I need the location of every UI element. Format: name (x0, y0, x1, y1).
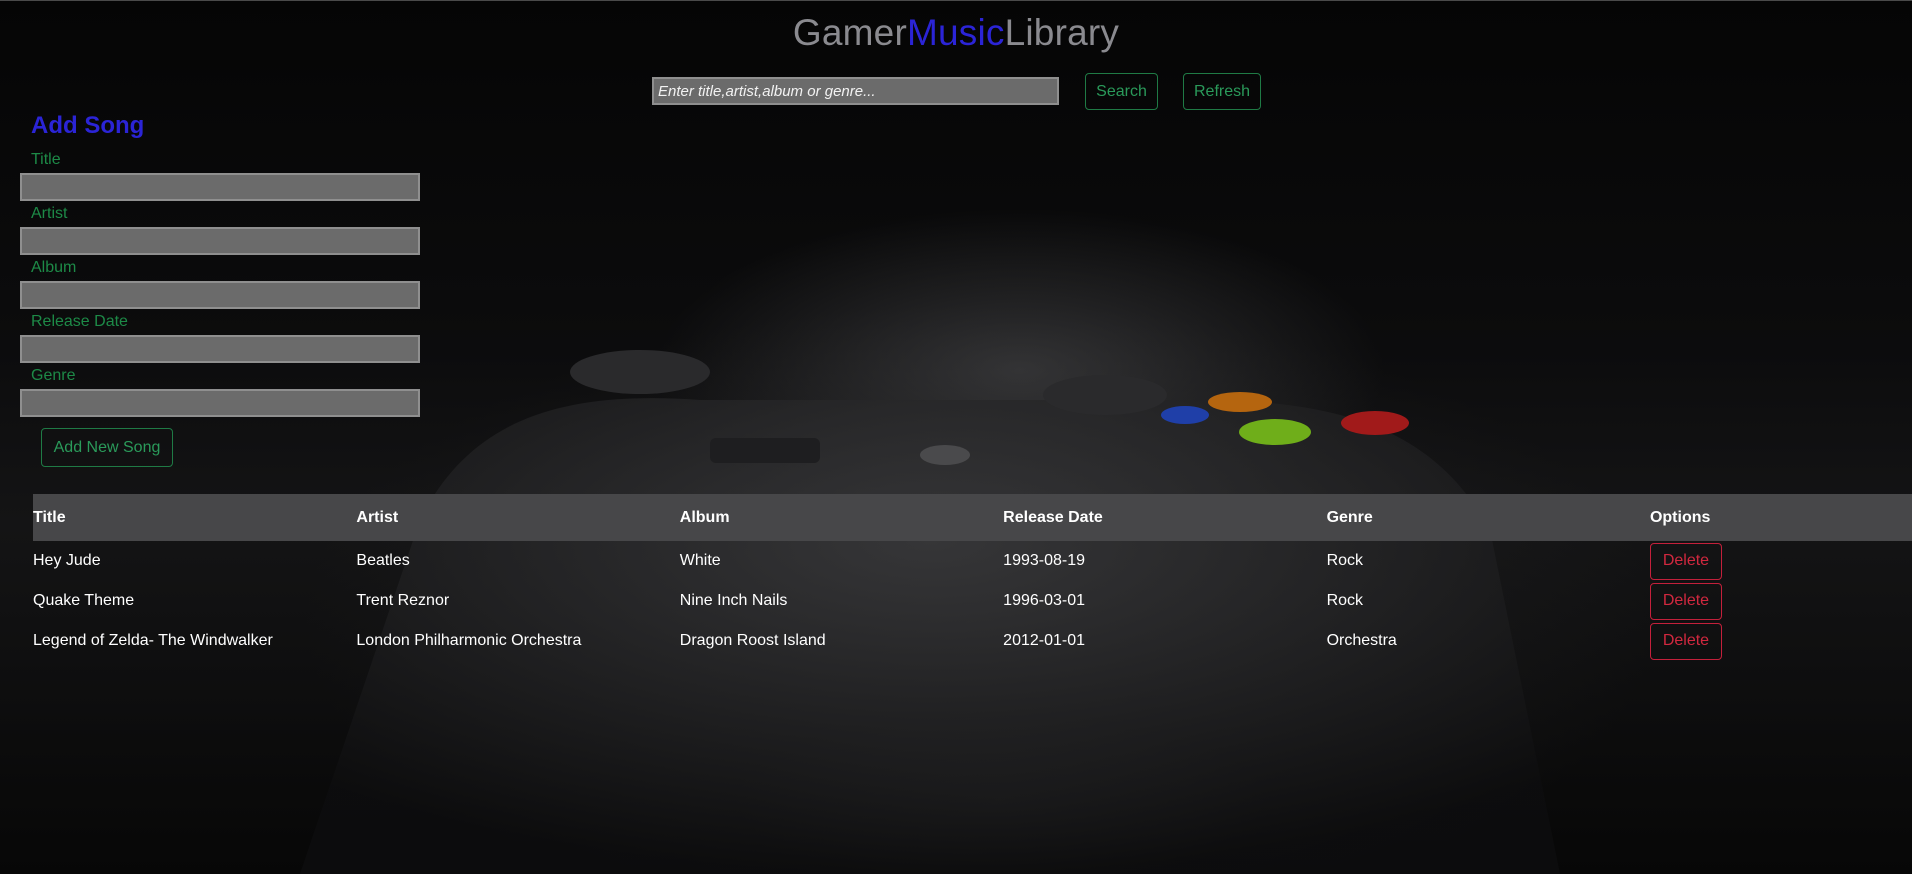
release-date-field[interactable] (20, 335, 420, 363)
cell-title: Legend of Zelda- The Windwalker (33, 632, 273, 649)
cell-genre: Orchestra (1326, 632, 1397, 649)
artist-label: Artist (31, 205, 68, 222)
column-header-title: Title (33, 508, 66, 526)
genre-label: Genre (31, 367, 76, 384)
column-header-genre: Genre (1326, 508, 1373, 526)
cell-artist: London Philharmonic Orchestra (356, 632, 582, 649)
cell-release-date: 2012-01-01 (1003, 632, 1086, 649)
title-field[interactable] (20, 173, 420, 201)
site-title: GamerMusicLibrary (0, 12, 1912, 54)
top-border (0, 0, 1912, 1)
column-header-release-date: Release Date (1003, 508, 1103, 526)
delete-button[interactable]: Delete (1649, 582, 1722, 620)
cell-genre: Rock (1326, 592, 1364, 609)
title-library: Library (1004, 12, 1120, 53)
cell-artist: Trent Reznor (356, 592, 450, 609)
title-label: Title (31, 151, 61, 168)
cell-title: Quake Theme (33, 592, 135, 609)
delete-button[interactable]: Delete (1649, 542, 1722, 580)
column-header-options: Options (1649, 508, 1711, 526)
cell-album: White (679, 552, 721, 569)
title-gamer: Gamer (792, 12, 907, 53)
column-header-artist: Artist (356, 508, 399, 526)
album-label: Album (31, 259, 77, 276)
search-input[interactable] (652, 77, 1059, 105)
table-row: Quake Theme Trent Reznor Nine Inch Nails… (33, 581, 1912, 621)
delete-button[interactable]: Delete (1649, 622, 1722, 660)
background-controller-image (0, 0, 1912, 874)
release-date-label: Release Date (31, 313, 128, 330)
refresh-button[interactable]: Refresh (1183, 73, 1261, 110)
table-row: Hey Jude Beatles White 1993-08-19 Rock D… (33, 541, 1912, 581)
cell-album: Nine Inch Nails (679, 592, 788, 609)
table-header-row: Title Artist Album Release Date Genre Op… (33, 494, 1912, 541)
column-header-album: Album (679, 508, 730, 526)
title-music: Music (906, 12, 1005, 53)
cell-title: Hey Jude (33, 552, 101, 569)
table-row: Legend of Zelda- The Windwalker London P… (33, 621, 1912, 661)
cell-artist: Beatles (356, 552, 410, 569)
cell-release-date: 1996-03-01 (1003, 592, 1086, 609)
album-field[interactable] (20, 281, 420, 309)
artist-field[interactable] (20, 227, 420, 255)
songs-table: Title Artist Album Release Date Genre Op… (33, 494, 1912, 661)
cell-options: Delete (1649, 622, 1912, 660)
cell-genre: Rock (1326, 552, 1364, 569)
cell-options: Delete (1649, 582, 1912, 620)
add-new-song-button[interactable]: Add New Song (41, 428, 173, 467)
genre-field[interactable] (20, 389, 420, 417)
search-button[interactable]: Search (1085, 73, 1158, 110)
add-song-heading: Add Song (31, 112, 145, 139)
cell-release-date: 1993-08-19 (1003, 552, 1086, 569)
cell-album: Dragon Roost Island (679, 632, 826, 649)
cell-options: Delete (1649, 542, 1912, 580)
